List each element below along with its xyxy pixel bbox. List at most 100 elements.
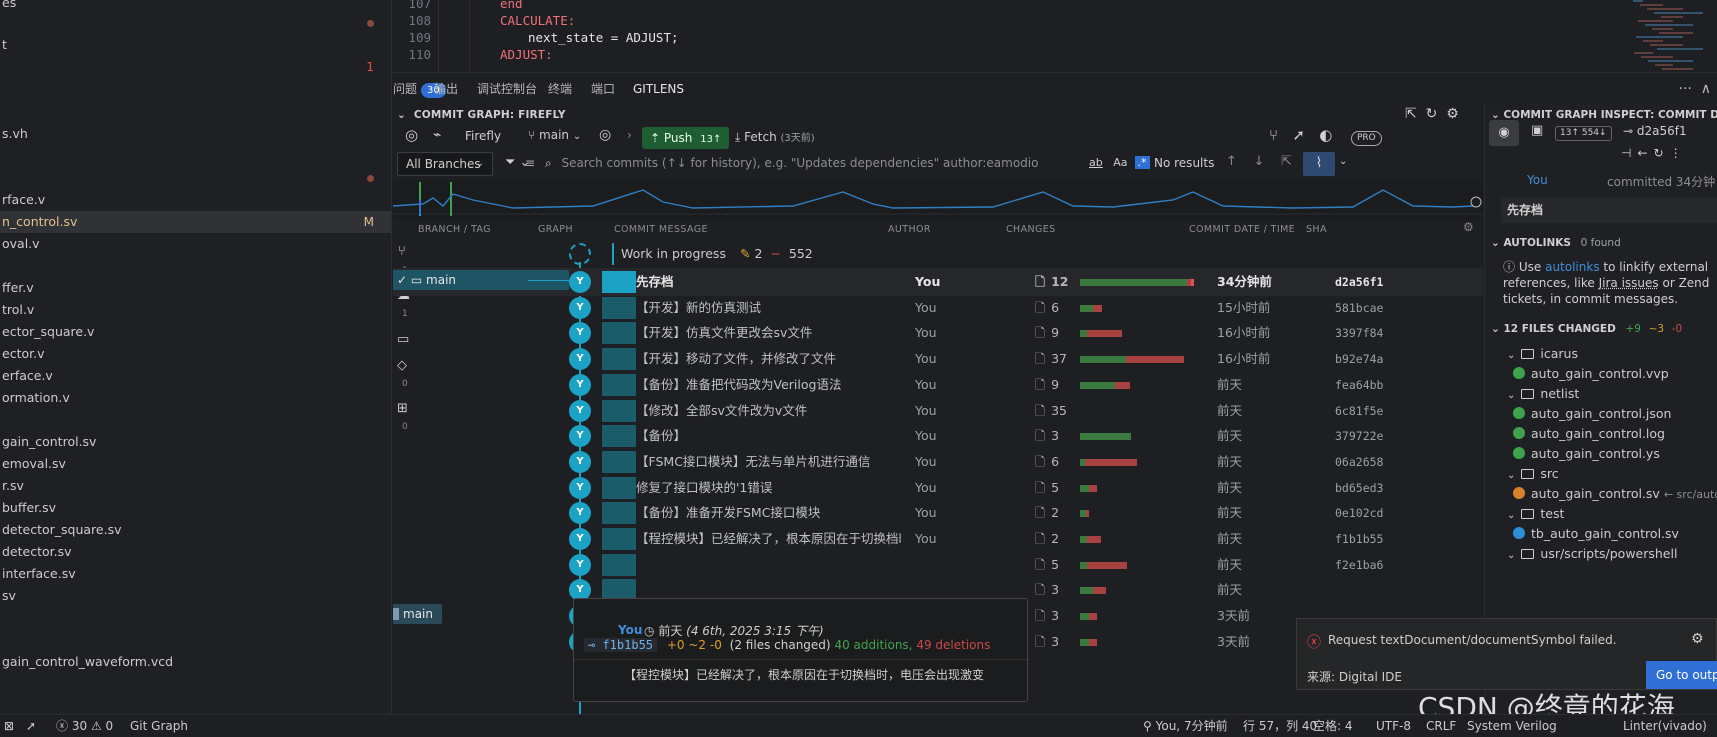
table-row[interactable]: Y 【备份】准备把代码改为Verilog语法 You 🗋 9 前天 fea64bb: [393, 371, 1483, 399]
tooltip-sha[interactable]: ⊸ f1b1b55: [584, 638, 658, 652]
notification-gear-icon[interactable]: ⚙: [1691, 631, 1704, 647]
remote-icon[interactable]: ⊠: [4, 715, 14, 737]
github-icon[interactable]: ◎: [405, 126, 418, 144]
explorer-file-item[interactable]: erface.v: [0, 365, 391, 387]
gitlens-icon[interactable]: ◐: [1319, 126, 1332, 144]
explorer-file-item[interactable]: gain_control_waveform.vcd: [0, 651, 391, 673]
settings-gear-icon[interactable]: ⚙: [1446, 106, 1459, 122]
commit-sha[interactable]: 581bcae: [1335, 294, 1383, 322]
explorer-file-item[interactable]: detector_square.sv: [0, 519, 391, 541]
wip-row[interactable]: Work in progress ✎ 2−552: [393, 240, 1483, 268]
forward-icon[interactable]: ↻: [1654, 146, 1670, 160]
explorer-file-item[interactable]: n_control.sv M: [0, 211, 391, 233]
table-row[interactable]: Y 【备份】 You 🗋 3 前天 379722e: [393, 422, 1483, 450]
commit-sha[interactable]: 0e102cd: [1335, 499, 1383, 527]
tab-output[interactable]: 输出: [434, 73, 458, 105]
column-date[interactable]: COMMIT DATE / TIME: [1189, 224, 1295, 240]
inspect-sha[interactable]: ⊸ d2a56f1: [1623, 124, 1687, 138]
tree-folder[interactable]: ⌄ netlist: [1507, 384, 1579, 404]
branches-select[interactable]: All Branches ⌄: [397, 152, 493, 176]
cursor-position[interactable]: 行 57，列 40: [1243, 715, 1317, 737]
search-field[interactable]: ≡ ⌕ Search commits (↑↓ for history), e.g…: [517, 152, 1175, 176]
minimap-toggle-icon[interactable]: ⌇: [1303, 152, 1335, 176]
blame-indicator[interactable]: ⚲ You, 7分钟前: [1143, 715, 1228, 737]
go-to-output-button[interactable]: Go to outpu: [1646, 661, 1717, 689]
explorer-file-item[interactable]: s.vh: [0, 123, 391, 145]
end-of-line[interactable]: CRLF: [1426, 715, 1456, 737]
activity-minimap[interactable]: [393, 180, 1483, 220]
indentation[interactable]: 空格: 4: [1313, 715, 1353, 737]
explorer-file-item[interactable]: ormation.v: [0, 387, 391, 409]
commit-sha[interactable]: 06a2658: [1335, 448, 1383, 476]
repo-selector[interactable]: Firefly: [465, 129, 501, 143]
rocket-icon[interactable]: ➚: [26, 715, 36, 737]
pro-badge[interactable]: PRO: [1351, 131, 1382, 146]
editor-minimap[interactable]: [1627, 0, 1707, 72]
tab-ports[interactable]: 端口: [591, 73, 615, 105]
tab-terminal[interactable]: 终端: [548, 73, 572, 105]
inspect-header[interactable]: ⌄ COMMIT GRAPH INSPECT: COMMIT DET...: [1485, 104, 1717, 126]
column-branch[interactable]: BRANCH / TAG: [418, 224, 491, 240]
tab-gitlens[interactable]: GITLENS: [633, 73, 685, 105]
arrow-up-icon[interactable]: ↑: [1226, 154, 1237, 169]
language-mode[interactable]: System Verilog: [1467, 715, 1557, 737]
autolinks-link[interactable]: autolinks: [1545, 260, 1599, 274]
regex-toggle[interactable]: .*: [1134, 156, 1150, 169]
arrow-down-icon[interactable]: ↓: [1253, 154, 1264, 169]
explorer-file-item[interactable]: emoval.sv: [0, 453, 391, 475]
table-row[interactable]: Y 修复了接口模块的'1错误 You 🗋 5 前天 bd65ed3: [393, 474, 1483, 502]
column-author[interactable]: AUTHOR: [888, 224, 931, 240]
tree-folder[interactable]: ⌄ usr/scripts/powershell: [1507, 544, 1677, 564]
table-row[interactable]: Y 【开发】仿真文件更改会sv文件 You 🗋 9 16小时前 3397f84: [393, 319, 1483, 347]
linter-status[interactable]: Linter(vivado): [1623, 715, 1707, 737]
column-graph[interactable]: GRAPH: [538, 224, 573, 240]
table-row[interactable]: Y 【FSMC接口模块】无法与单片机进行通信 You 🗋 6 前天 06a2658: [393, 448, 1483, 476]
explorer-file-item[interactable]: interface.sv: [0, 563, 391, 585]
tree-file[interactable]: auto_gain_control.ys: [1513, 444, 1660, 464]
code-line[interactable]: next_state = ADJUST;: [528, 30, 679, 45]
code-editor[interactable]: 107 end 108 CALCULATE: 109 next_state = ADJUS…: [393, 0, 1717, 72]
explorer-file-item[interactable]: rface.v: [0, 189, 391, 211]
open-results-icon[interactable]: ⇱: [1281, 154, 1292, 169]
column-message[interactable]: COMMIT MESSAGE: [614, 224, 708, 240]
commit-sha[interactable]: d2a56f1: [1335, 268, 1383, 296]
jira-issues-link[interactable]: Jira issues: [1599, 276, 1659, 290]
match-word-toggle[interactable]: ab: [1089, 156, 1103, 169]
inspect-mode-icon[interactable]: ◉: [1489, 120, 1519, 146]
explorer-file-item[interactable]: trol.v: [0, 299, 391, 321]
tree-file[interactable]: auto_gain_control.vvp: [1513, 364, 1669, 384]
more-actions-icon[interactable]: ··· ∧: [1679, 73, 1712, 105]
remote-tag-main[interactable]: main: [393, 604, 442, 624]
explorer-file-item[interactable]: sv: [0, 585, 391, 607]
tree-file[interactable]: auto_gain_control.log: [1513, 424, 1665, 444]
fetch-button[interactable]: ⤓ Fetch (3天前): [735, 129, 815, 145]
commit-sha[interactable]: bd65ed3: [1335, 474, 1383, 502]
code-line[interactable]: end: [500, 0, 523, 11]
encoding[interactable]: UTF-8: [1376, 715, 1411, 737]
chevron-down-icon[interactable]: ⌄: [1339, 156, 1347, 167]
back-icon[interactable]: ←: [1637, 146, 1653, 160]
autolinks-header[interactable]: ⌄ AUTOLINKS 0 found: [1485, 232, 1717, 254]
rocket-icon[interactable]: ➚: [1292, 126, 1305, 144]
table-row[interactable]: Y 【备份】准备开发FSMC接口模块 You 🗋 2 前天 0e102cd: [393, 499, 1483, 527]
problems-indicator[interactable]: ⓧ 30 ⚠ 0: [56, 715, 113, 737]
tree-folder[interactable]: ⌄ icarus: [1507, 344, 1578, 364]
open-external-icon[interactable]: ⇱: [1405, 106, 1417, 122]
target-icon[interactable]: ◎: [599, 127, 611, 143]
column-sha[interactable]: SHA: [1306, 224, 1327, 240]
column-settings-icon[interactable]: ⚙: [1463, 220, 1474, 234]
match-case-toggle[interactable]: Aa: [1113, 156, 1127, 169]
code-line[interactable]: ADJUST:: [500, 47, 553, 62]
branch-compare-icon[interactable]: ⑂: [1269, 126, 1278, 144]
explorer-file-item[interactable]: r.sv: [0, 475, 391, 497]
explorer-file-item[interactable]: detector.sv: [0, 541, 391, 563]
tooltip-author[interactable]: You: [618, 623, 642, 637]
explorer-file-item[interactable]: ector_square.v: [0, 321, 391, 343]
explorer-file-item[interactable]: ector.v: [0, 343, 391, 365]
column-changes[interactable]: CHANGES: [1006, 224, 1056, 240]
explorer-file-item[interactable]: [0, 12, 391, 34]
commit-sha[interactable]: 379722e: [1335, 422, 1383, 450]
explorer-file-item[interactable]: 1: [0, 56, 391, 78]
plug-icon[interactable]: ⌁: [433, 127, 441, 143]
commit-graph-header[interactable]: ⌄ COMMIT GRAPH: FIREFLY: [397, 104, 566, 126]
